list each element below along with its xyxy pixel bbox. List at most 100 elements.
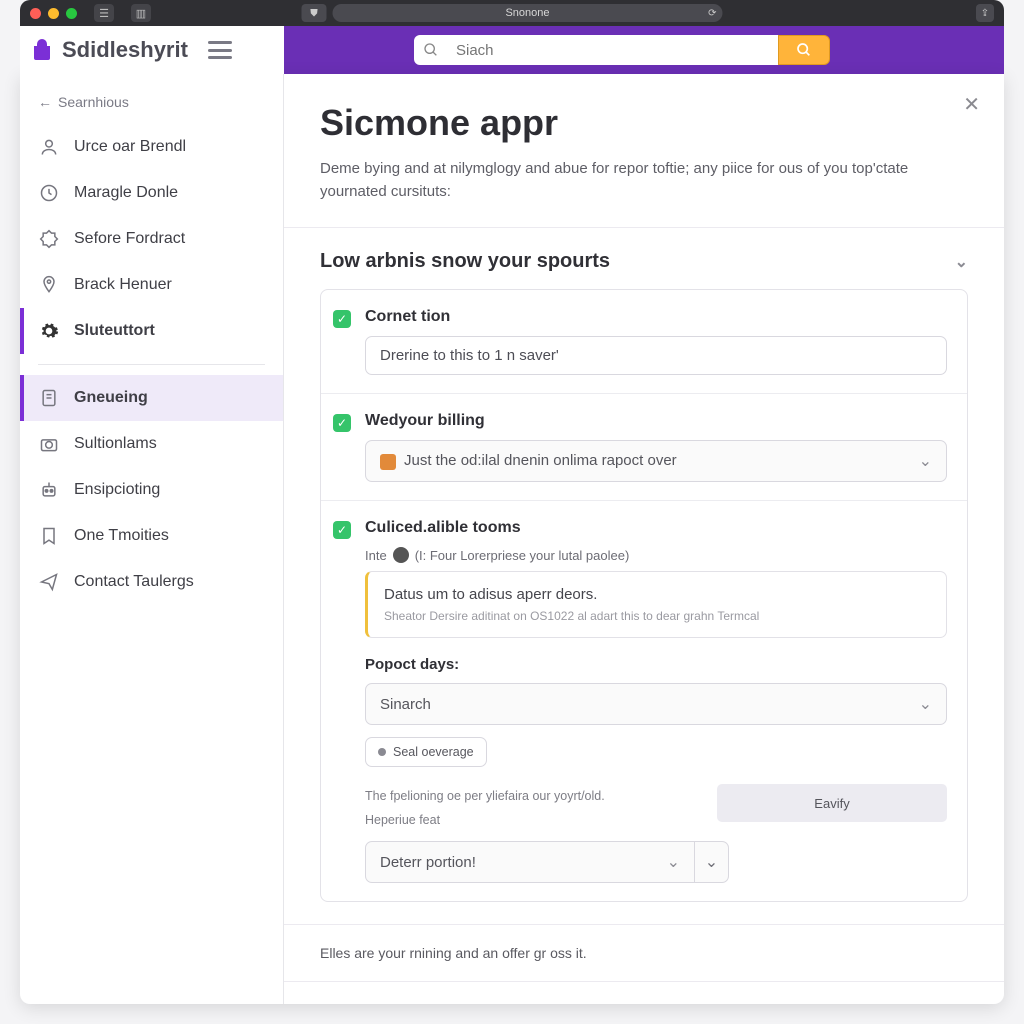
sidebar-item-label: Gneueing — [74, 389, 148, 407]
menu-icon[interactable] — [208, 41, 232, 59]
search-bar — [414, 35, 830, 65]
sidebar: ← Searnhious Urce oar Brendl Maragle Don… — [20, 74, 284, 1004]
url-bar[interactable]: Snonone ⟳ — [333, 4, 723, 22]
search-button[interactable] — [778, 35, 830, 65]
brand-logo-icon — [30, 38, 54, 62]
select-wedyour[interactable]: Just the od:ilal dnenin onlima rapoct ov… — [365, 440, 947, 482]
document-icon — [38, 387, 60, 409]
brand-block[interactable]: Sdidleshyrit — [20, 26, 284, 74]
badge-icon — [38, 228, 60, 250]
page-title: Sicmone appr — [320, 102, 968, 144]
reload-icon[interactable]: ⟳ — [708, 8, 716, 19]
url-area: ⛊ Snonone ⟳ — [302, 4, 723, 22]
back-arrow-icon: ← — [38, 94, 52, 110]
privacy-shield-icon[interactable]: ⛊ — [302, 4, 327, 22]
help-text-2: Heperiue feat — [365, 813, 605, 827]
search-icon — [414, 35, 448, 65]
pin-icon — [38, 274, 60, 296]
help-action-row: The fpelioning oe per yliefaira our yoyr… — [365, 779, 947, 827]
card-row-culiced: ✓ Culiced.alible tooms Inte Inte (I: Fou… — [321, 501, 967, 901]
robot-icon — [38, 479, 60, 501]
row-hint: Inte Inte (I: Four Lorerpriese your luta… — [365, 547, 947, 563]
search-input[interactable] — [448, 35, 778, 65]
hint-text-visible: (I: Four Lorerpriese your lutal paolee) — [415, 548, 630, 563]
sidebar-item-label: Sefore Fordract — [74, 230, 185, 248]
help-text-1: The fpelioning oe per yliefaira our yoyr… — [365, 789, 605, 803]
chevron-down-icon: ⌄ — [955, 252, 968, 272]
sidebar-item-label: Ensipcioting — [74, 481, 160, 499]
split-select: Deterr portion! ⌄ ⌄ — [365, 841, 947, 883]
row-title: Culiced.alible tooms — [365, 519, 947, 537]
select-value: Just the od:ilal dnenin onlima rapoct ov… — [404, 452, 677, 469]
sidebar-divider — [38, 364, 265, 365]
send-icon — [38, 571, 60, 593]
card-row-cornet: ✓ Cornet tion Drerine to this to 1 n sav… — [321, 290, 967, 394]
section-toggle[interactable]: Low arbnis snow your spourts ⌄ — [320, 250, 968, 273]
select-value: Sinarch — [380, 696, 431, 713]
split-dropdown-button[interactable]: ⌄ — [695, 841, 729, 883]
footer-actions: Slate nptor — [284, 982, 1004, 1004]
chevron-down-icon: ⌄ — [667, 852, 680, 872]
sidebar-item-contact[interactable]: Contact Taulergs — [20, 559, 283, 605]
app-frame: ← Searnhious Urce oar Brendl Maragle Don… — [20, 74, 1004, 1004]
sidebar-item-sultionlams[interactable]: Sultionlams — [20, 421, 283, 467]
sidebar-item-label: Contact Taulergs — [74, 573, 194, 591]
quote-box: Datus um to adisus aperr deors. Sheator … — [365, 571, 947, 638]
page-subtitle: Deme bying and at nilymglogy and abue fo… — [320, 158, 968, 203]
bookmark-icon — [38, 525, 60, 547]
sidebar-item-label: Urce oar Brendl — [74, 138, 186, 156]
sidebar-item-ensipcioting[interactable]: Ensipcioting — [20, 467, 283, 513]
sidebar-back-label: Searnhious — [58, 94, 129, 110]
checkbox-checked-icon[interactable]: ✓ — [333, 521, 351, 539]
sidebar-item-maragle[interactable]: Maragle Donle — [20, 170, 283, 216]
window-max-dot[interactable] — [66, 8, 77, 19]
brand-name: Sdidleshyrit — [62, 37, 188, 63]
window-min-dot[interactable] — [48, 8, 59, 19]
select-thumb-icon — [380, 454, 396, 470]
url-text: Snonone — [505, 7, 549, 19]
avatar-icon — [393, 547, 409, 563]
section-title: Low arbnis snow your spourts — [320, 250, 610, 273]
user-icon — [38, 136, 60, 158]
sidebar-item-brack[interactable]: Brack Henuer — [20, 262, 283, 308]
sub-label: Popoct days: — [365, 656, 947, 673]
window-close-dot[interactable] — [30, 8, 41, 19]
clock-icon — [38, 182, 60, 204]
sidebar-item-label: One Tmoities — [74, 527, 169, 545]
sidebar-item-label: Maragle Donle — [74, 184, 178, 202]
share-icon[interactable]: ⇪ — [976, 4, 994, 22]
main-content: ✕ Sicmone appr Deme bying and at nilymgl… — [284, 74, 1004, 1004]
settings-card: ✓ Cornet tion Drerine to this to 1 n sav… — [320, 289, 968, 902]
sidebar-item-sluteuttort[interactable]: Sluteuttort — [20, 308, 283, 354]
checkbox-checked-icon[interactable]: ✓ — [333, 310, 351, 328]
tab-overview-icon[interactable]: ▥ — [131, 4, 151, 22]
camera-icon — [38, 433, 60, 455]
page-header: Sicmone appr Deme bying and at nilymglog… — [284, 74, 1004, 228]
sidebar-item-sefore[interactable]: Sefore Fordract — [20, 216, 283, 262]
eavify-button[interactable]: Eavify — [717, 784, 947, 822]
select-deterr[interactable]: Deterr portion! ⌄ — [365, 841, 695, 883]
sidebar-item-label: Sluteuttort — [74, 322, 155, 340]
dot-icon — [378, 748, 386, 756]
checkbox-checked-icon[interactable]: ✓ — [333, 414, 351, 432]
hint-prefix: Inte — [365, 548, 387, 563]
chevron-down-icon: ⌄ — [919, 451, 932, 471]
select-value: Deterr portion! — [380, 854, 476, 871]
row-title: Cornet tion — [365, 308, 947, 326]
gear-icon — [38, 320, 60, 342]
footnote: Elles are your rnining and an offer gr o… — [284, 925, 1004, 982]
close-icon[interactable]: ✕ — [963, 92, 980, 117]
text-field-cornet[interactable]: Drerine to this to 1 n saver' — [365, 336, 947, 375]
chevron-down-icon: ⌄ — [919, 694, 932, 714]
select-popoct[interactable]: Sinarch ⌄ — [365, 683, 947, 725]
sidebar-toggle-icon[interactable]: ☰ — [94, 4, 114, 22]
sidebar-item-label: Sultionlams — [74, 435, 157, 453]
sidebar-item-label: Brack Henuer — [74, 276, 172, 294]
sidebar-item-urce[interactable]: Urce oar Brendl — [20, 124, 283, 170]
app-header: Sdidleshyrit — [20, 26, 1004, 74]
sidebar-back-link[interactable]: ← Searnhious — [20, 94, 283, 124]
quote-sub: Sheator Dersire aditinat on OS1022 al ad… — [384, 609, 930, 623]
tag-button-seal[interactable]: Seal oeverage — [365, 737, 487, 767]
sidebar-item-one-tmoities[interactable]: One Tmoities — [20, 513, 283, 559]
sidebar-item-gneueing[interactable]: Gneueing — [20, 375, 283, 421]
